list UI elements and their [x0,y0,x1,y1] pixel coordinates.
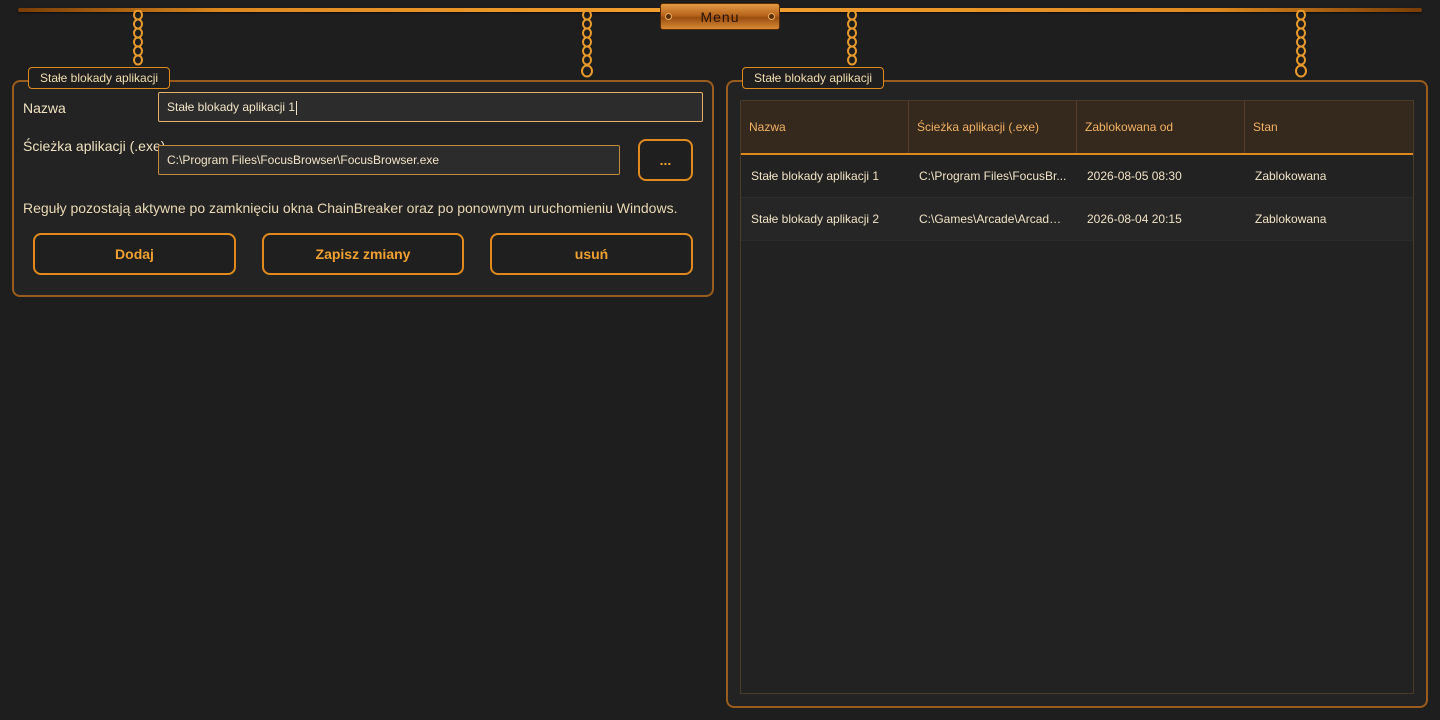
chain-decoration [580,10,594,80]
cell-blocked-since: 2026-08-05 08:30 [1087,169,1182,183]
path-input[interactable]: C:\Program Files\FocusBrowser\FocusBrows… [158,145,620,175]
name-label: Nazwa [23,100,66,116]
delete-button[interactable]: usuń [490,233,693,275]
browse-button[interactable]: ... [638,139,693,181]
path-label: Ścieżka aplikacji (.exe) [23,138,166,154]
text-caret [296,100,298,115]
chain-decoration [1294,10,1308,80]
table-row[interactable]: Stałe blokady aplikacji 1 C:\Program Fil… [741,155,1413,198]
column-header-path[interactable]: Ścieżka aplikacji (.exe) [909,101,1077,153]
column-header-state[interactable]: Stan [1245,101,1413,153]
menu-label: Menu [700,8,740,25]
cell-name: Stałe blokady aplikacji 1 [751,169,880,183]
rules-list-panel-title: Stałe blokady aplikacji [742,67,885,89]
cell-blocked-since: 2026-08-04 20:15 [1087,212,1182,226]
column-header-name[interactable]: Nazwa [741,101,909,153]
cell-state: Zablokowana [1255,169,1327,183]
path-input-value: C:\Program Files\FocusBrowser\FocusBrows… [167,153,440,167]
add-button[interactable]: Dodaj [33,233,236,275]
persistence-note: Reguły pozostają aktywne po zamknięciu o… [23,200,678,216]
menu-button[interactable]: Menu [660,3,780,30]
cell-path: C:\Games\Arcade\Arcade.... [919,212,1070,226]
cell-path: C:\Program Files\FocusBr... [919,169,1067,183]
cell-state: Zablokowana [1255,212,1327,226]
save-button[interactable]: Zapisz zmiany [262,233,464,275]
rules-table[interactable]: Nazwa Ścieżka aplikacji (.exe) Zablokowa… [740,100,1414,694]
chain-decoration [131,10,145,66]
chain-decoration [845,10,859,66]
cell-name: Stałe blokady aplikacji 2 [751,212,880,226]
table-header: Nazwa Ścieżka aplikacji (.exe) Zablokowa… [741,101,1413,155]
table-row[interactable]: Stałe blokady aplikacji 2 C:\Games\Arcad… [741,198,1413,241]
column-header-blocked-since[interactable]: Zablokowana od [1077,101,1245,153]
name-input[interactable]: Stałe blokady aplikacji 1 [158,92,703,122]
name-input-value: Stałe blokady aplikacji 1 [167,100,296,114]
rule-editor-panel-title: Stałe blokady aplikacji [28,67,171,89]
rivet-icon [768,13,775,20]
rivet-icon [665,13,672,20]
